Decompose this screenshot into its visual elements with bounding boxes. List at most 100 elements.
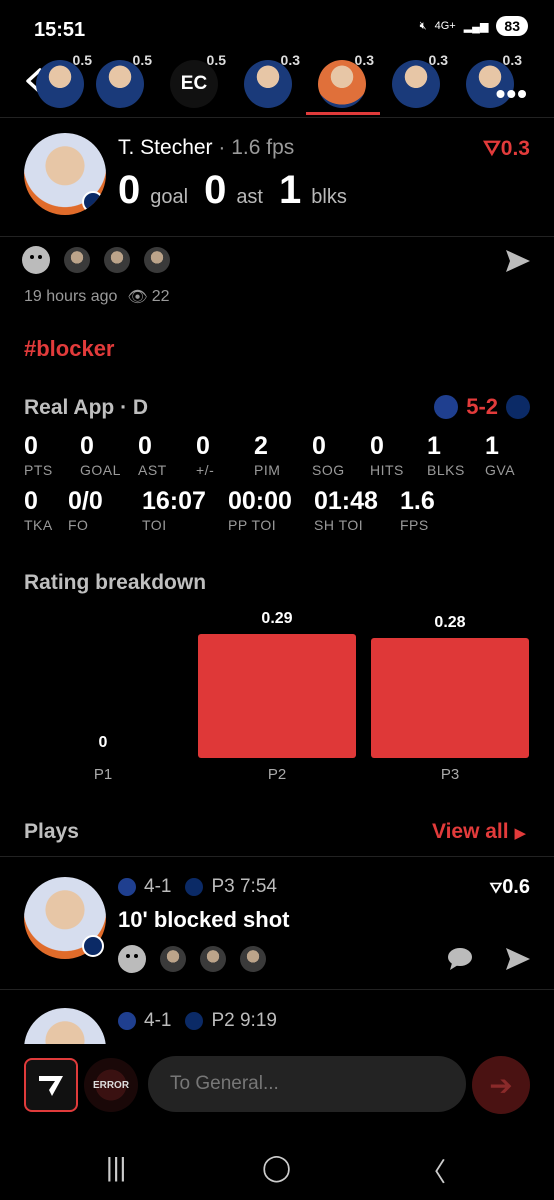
- stat-value: 0: [24, 432, 38, 460]
- bar-value-label: 0: [98, 734, 108, 751]
- channel-avatar[interactable]: ERROR: [84, 1058, 138, 1112]
- stat-cell: 01:48 SH TOI: [314, 487, 378, 533]
- stat-cell: 0 PTS: [24, 432, 53, 478]
- reaction-avatar[interactable]: [104, 247, 130, 273]
- stat-value: 0/0: [68, 487, 103, 515]
- bar-category-label: P1: [93, 766, 113, 783]
- player-stat-summary: 0 goal 0 ast 1 blks: [118, 168, 347, 213]
- reaction-bar: [22, 246, 170, 274]
- send-message-button[interactable]: ➔: [472, 1056, 530, 1114]
- strip-player-avatar[interactable]: EC 0.5: [170, 52, 226, 108]
- recent-apps-icon[interactable]: |||: [106, 1152, 126, 1183]
- stat-cell: 1 GVA: [485, 432, 515, 478]
- strip-player-rating: 0.3: [428, 52, 448, 68]
- add-reaction-icon[interactable]: [22, 246, 50, 274]
- blks-value: 1: [279, 168, 302, 212]
- strip-player-rating: 0.3: [502, 52, 522, 68]
- goal-label: goal: [150, 186, 189, 208]
- play-score: 4-1: [144, 876, 172, 897]
- team-badge-icon: [82, 191, 104, 213]
- strip-player-avatar[interactable]: 0.3: [244, 52, 300, 108]
- strip-player-avatar[interactable]: 0.5: [36, 52, 92, 108]
- stat-cell: 1.6 FPS: [400, 487, 435, 533]
- stat-value: 0: [138, 432, 152, 460]
- comment-icon[interactable]: [446, 946, 474, 972]
- strip-player-rating: 0.5: [206, 52, 226, 68]
- maple-leafs-logo-icon: [185, 1012, 204, 1030]
- play-score: 4-1: [144, 1010, 172, 1031]
- play-player-avatar[interactable]: [24, 877, 106, 959]
- maple-leafs-logo-icon: [506, 395, 530, 419]
- reaction-avatar[interactable]: [144, 247, 170, 273]
- player-avatar[interactable]: [24, 133, 106, 215]
- stat-cell: 1 BLKS: [427, 432, 465, 478]
- stat-value: 2: [254, 432, 268, 460]
- maple-leafs-logo-icon: [185, 878, 204, 896]
- strip-player-rating: 0.3: [280, 52, 300, 68]
- team-badge-icon: [82, 935, 104, 957]
- strip-player-avatar[interactable]: 0.5: [96, 52, 152, 108]
- game-score[interactable]: 5-2: [434, 394, 530, 420]
- stat-cell: 0 AST: [138, 432, 167, 478]
- stat-value: 1: [427, 432, 441, 460]
- share-send-icon[interactable]: [504, 946, 532, 972]
- play-rating: ⛛0.6: [490, 876, 530, 899]
- view-all-link[interactable]: View all ▶: [432, 820, 526, 844]
- hashtag-link[interactable]: #blocker: [24, 336, 115, 362]
- stat-label: SH TOI: [314, 517, 364, 533]
- strip-player-rating: 0.3: [354, 52, 374, 68]
- stat-label: HITS: [370, 462, 404, 478]
- player-avatar-list: 0.5 0.5 EC 0.5 0.3 0.3 0.3 0.3: [36, 52, 530, 118]
- goal-value: 0: [118, 168, 141, 212]
- stat-value: 0: [196, 432, 210, 460]
- message-input[interactable]: [148, 1056, 466, 1112]
- stat-cell: 0 +/-: [196, 432, 214, 478]
- play-title[interactable]: 10' blocked shot: [118, 907, 290, 933]
- player-strip: 0.5 0.5 EC 0.5 0.3 0.3 0.3 0.3 •••: [0, 52, 554, 118]
- rating-bar: [198, 634, 356, 758]
- status-bar: 15:51 🔇︎ 4G+ ▂▄▆ 83: [0, 0, 554, 52]
- player-name-line: T. Stecher · 1.6 fps: [118, 136, 294, 160]
- strip-player-avatar[interactable]: 0.3: [318, 52, 374, 108]
- player-rating: ⛛0.3: [483, 137, 530, 161]
- bar-value-label: 0.29: [261, 610, 293, 627]
- back-nav-icon[interactable]: 〈: [420, 1152, 446, 1189]
- eye-icon: 👁︎: [127, 289, 148, 306]
- blks-label: blks: [311, 186, 347, 208]
- rating-bar: [371, 638, 529, 758]
- stat-label: TKA: [24, 517, 53, 533]
- rating-down-icon: ⛛: [483, 137, 501, 160]
- reaction-avatar[interactable]: [200, 946, 226, 972]
- stat-label: BLKS: [427, 462, 465, 478]
- message-composer: ERROR ➔: [0, 1044, 554, 1126]
- player-name: T. Stecher: [118, 136, 213, 159]
- divider: [0, 117, 554, 118]
- stat-label: SOG: [312, 462, 345, 478]
- lightning-logo-icon: [118, 1012, 136, 1030]
- stat-cell: 0 SOG: [312, 432, 345, 478]
- play-rating-value: 0.6: [502, 876, 530, 898]
- add-reaction-icon[interactable]: [118, 945, 146, 973]
- strip-player-avatar[interactable]: 0.3: [392, 52, 448, 108]
- reaction-avatar[interactable]: [240, 946, 266, 972]
- divider: [0, 989, 554, 990]
- strip-player-rating: 0.5: [132, 52, 152, 68]
- signal-icon: ▂▄▆: [463, 20, 489, 33]
- play-reaction-bar: [118, 945, 266, 973]
- view-all-label: View all: [431, 820, 509, 843]
- home-icon[interactable]: ◯: [262, 1152, 291, 1183]
- more-options-icon[interactable]: •••: [496, 78, 528, 110]
- share-send-icon[interactable]: [504, 248, 532, 274]
- stat-cell: 0 HITS: [370, 432, 404, 478]
- play-period: P2 9:19: [211, 1010, 277, 1031]
- game-title: Real App · D: [24, 396, 149, 419]
- stat-label: AST: [138, 462, 167, 478]
- reaction-avatar[interactable]: [160, 946, 186, 972]
- app-logo-button[interactable]: [24, 1058, 78, 1112]
- stat-value: 0: [312, 432, 326, 460]
- reaction-avatar[interactable]: [64, 247, 90, 273]
- play-meta: 4-1 P2 9:19: [118, 1010, 277, 1032]
- score-value: 5-2: [466, 394, 498, 419]
- ast-label: ast: [236, 186, 263, 208]
- stat-value: 0: [370, 432, 384, 460]
